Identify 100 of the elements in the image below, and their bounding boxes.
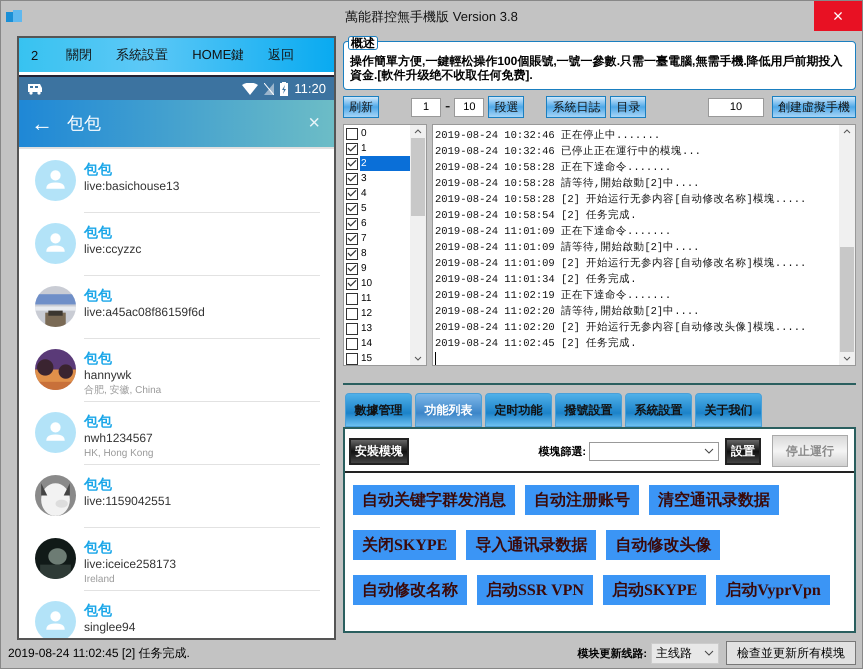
device-item[interactable]: 0: [360, 126, 410, 141]
log-line: 2019-08-24 11:01:09 正在下達命令.......: [435, 224, 672, 240]
tab[interactable]: 撥號設置: [555, 393, 622, 427]
function-button[interactable]: 启动SSR VPN: [477, 575, 593, 605]
status-message: 2019-08-24 11:02:45 [2] 任务完成.: [8, 644, 190, 662]
bus-icon: [27, 82, 43, 94]
device-checkbox[interactable]: [346, 232, 358, 244]
log-line: 2019-08-24 10:32:46 正在停止中.......: [435, 128, 662, 144]
device-item[interactable]: 7: [360, 231, 410, 246]
log-line: 2019-08-24 11:01:09 請等待,開始啟動[2]中....: [435, 240, 700, 256]
tab[interactable]: 定时功能: [485, 393, 552, 427]
function-button[interactable]: 启动VyprVpn: [716, 575, 830, 605]
create-phone-button[interactable]: 創建虛擬手機: [772, 96, 856, 118]
app-icon: [6, 10, 22, 24]
device-item[interactable]: 6: [360, 216, 410, 231]
contact-id: live:a45ac08f86159f6d: [84, 304, 206, 321]
device-item[interactable]: 1: [360, 141, 410, 156]
chevron-icon: [704, 650, 714, 656]
refresh-button[interactable]: 刷新: [343, 96, 379, 118]
select-range-button[interactable]: 段選: [488, 96, 524, 118]
device-checkbox[interactable]: [346, 128, 358, 140]
device-item[interactable]: 12: [360, 306, 410, 321]
device-item[interactable]: 4: [360, 186, 410, 201]
close-button[interactable]: ×: [814, 1, 862, 31]
phone-toolbar-button[interactable]: HOME鍵: [180, 46, 256, 64]
route-label: 模块更新线路:: [577, 646, 647, 660]
function-button[interactable]: 启动SKYPE: [602, 575, 706, 605]
contact-id: live:basichouse13: [84, 178, 180, 195]
tab[interactable]: 系統設置: [625, 393, 692, 427]
device-checkbox[interactable]: [346, 308, 358, 320]
scroll-down-icon[interactable]: [843, 356, 851, 361]
device-checkbox[interactable]: [346, 218, 358, 230]
device-checkbox[interactable]: [346, 188, 358, 200]
function-button[interactable]: 自动注册账号: [525, 485, 639, 515]
device-item[interactable]: 11: [360, 291, 410, 306]
phone-toolbar-button[interactable]: 關閉: [54, 46, 104, 64]
window-title: 萬能群控無手機版 Version 3.8: [345, 8, 518, 26]
count-field[interactable]: 10: [708, 98, 764, 116]
scroll-down-icon[interactable]: [414, 356, 422, 361]
function-button[interactable]: 自动修改头像: [606, 530, 720, 560]
contact-id: live:1159042551: [84, 493, 172, 510]
device-item[interactable]: 14: [360, 336, 410, 351]
log-line: 2019-08-24 10:58:28 正在下達命令.......: [435, 160, 672, 176]
device-item[interactable]: 15: [360, 351, 410, 366]
device-checkbox[interactable]: [346, 292, 358, 304]
avatar-icon: [35, 160, 76, 201]
device-checkbox[interactable]: [346, 278, 358, 290]
function-button[interactable]: 自动关键字群发消息: [353, 485, 515, 515]
device-checkbox[interactable]: [346, 172, 358, 184]
scroll-up-icon[interactable]: [843, 129, 851, 134]
range-from-field[interactable]: 1: [411, 98, 441, 116]
log-line: 2019-08-24 11:01:34 [2] 任务完成.: [435, 272, 638, 288]
settings-button[interactable]: 設置: [725, 438, 761, 464]
search-bar[interactable]: ← 包包 ×: [19, 100, 334, 149]
device-item[interactable]: 8: [360, 246, 410, 261]
device-item[interactable]: 10: [360, 276, 410, 291]
device-checkbox[interactable]: [346, 338, 358, 350]
log-line: 2019-08-24 11:01:09 [2] 开始运行无参内容[自动修改名称]模塊.....: [435, 256, 808, 272]
update-modules-button[interactable]: 檢查並更新所有模塊: [726, 641, 856, 665]
function-button[interactable]: 导入通讯录数据: [466, 530, 596, 560]
log-line: 2019-08-24 10:58:28 請等待,開始啟動[2]中....: [435, 176, 700, 192]
device-item[interactable]: 2: [360, 156, 410, 171]
phone-toolbar-button[interactable]: 系統設置: [104, 46, 180, 64]
wifi-icon: [242, 82, 258, 94]
system-log-button[interactable]: 系統日誌: [546, 96, 606, 118]
tab[interactable]: 數據管理: [345, 393, 412, 427]
back-button[interactable]: ←: [27, 110, 57, 136]
scrollbar[interactable]: [839, 125, 855, 365]
filter-label: 模塊篩選:: [538, 444, 586, 458]
log-line: 2019-08-24 11:02:20 [2] 开始运行无参内容[自动修改头像]模塊.....: [435, 320, 808, 336]
avatar-icon: [35, 412, 76, 453]
device-checkbox[interactable]: [346, 262, 358, 274]
function-button[interactable]: 关闭SKYPE: [353, 530, 456, 560]
install-module-button[interactable]: 安裝模塊: [349, 438, 409, 464]
filter-dropdown[interactable]: [589, 442, 719, 460]
device-checkbox[interactable]: [346, 158, 358, 170]
route-dropdown[interactable]: 主线路: [651, 642, 719, 664]
phone-toolbar-button[interactable]: 返回: [256, 46, 306, 64]
catalog-button[interactable]: 目录: [610, 96, 646, 118]
chevron-icon: [704, 448, 714, 454]
range-to-field[interactable]: 10: [454, 98, 484, 116]
contact-name: 包包: [84, 601, 113, 619]
contact-location: Ireland: [84, 573, 116, 586]
device-item[interactable]: 5: [360, 201, 410, 216]
tab[interactable]: 关于我们: [695, 393, 762, 427]
device-checkbox[interactable]: [346, 248, 358, 260]
device-item[interactable]: 3: [360, 171, 410, 186]
scroll-up-icon[interactable]: [414, 129, 422, 134]
function-button[interactable]: 自动修改名称: [353, 575, 467, 605]
device-checkbox[interactable]: [346, 142, 358, 154]
function-button[interactable]: 清空通讯录数据: [649, 485, 779, 515]
device-item[interactable]: 9: [360, 261, 410, 276]
device-item[interactable]: 13: [360, 321, 410, 336]
phone-toolbar-button[interactable]: 2: [19, 48, 54, 62]
device-checkbox[interactable]: [346, 202, 358, 214]
scrollbar[interactable]: [410, 125, 426, 365]
contact-name: 包包: [84, 538, 113, 556]
contact-id: nwh1234567: [84, 430, 154, 447]
device-checkbox[interactable]: [346, 352, 358, 364]
device-checkbox[interactable]: [346, 322, 358, 334]
